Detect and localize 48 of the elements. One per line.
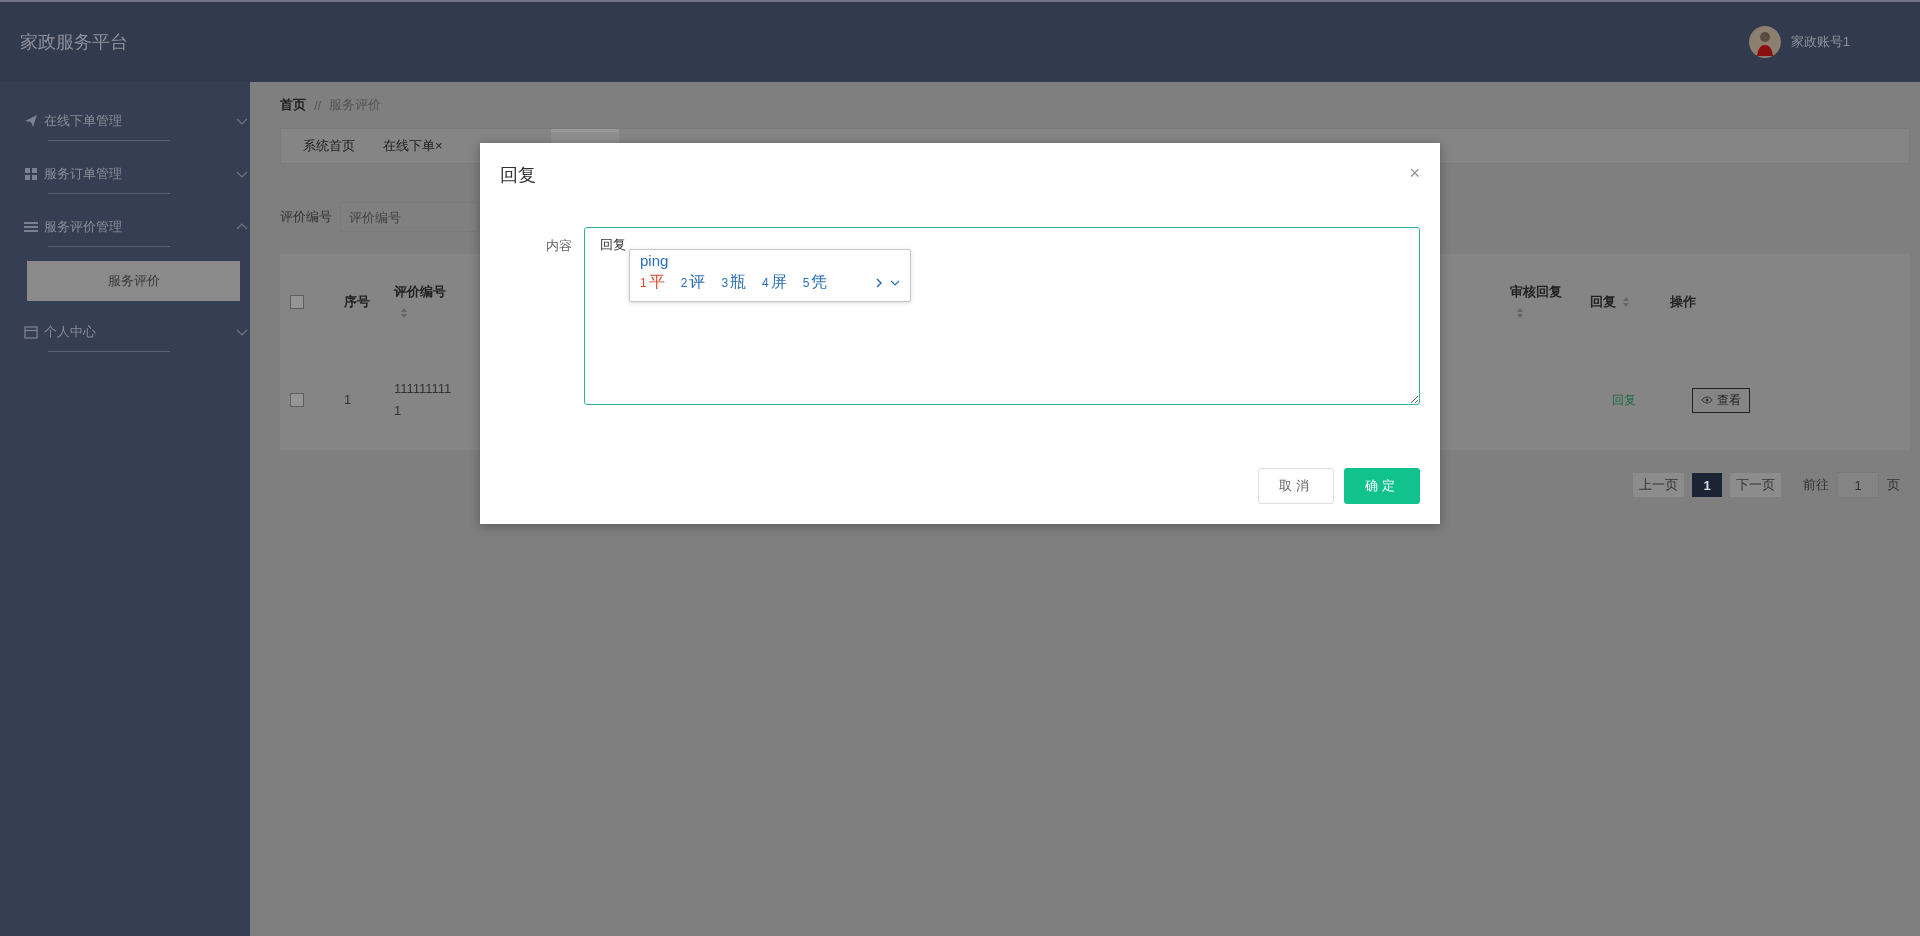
sidebar-subitem[interactable]: 服务评价 <box>27 261 240 301</box>
table-cell-text: 1111111111 <box>394 380 452 420</box>
sidebar-item[interactable]: 在线下单管理 <box>0 98 250 140</box>
list-icon <box>24 221 38 233</box>
ime-candidate[interactable]: 5凭 <box>802 272 828 293</box>
dialog-title: 回复 <box>500 164 536 187</box>
field-label: 内容 <box>545 237 572 255</box>
column-header: 审核回复 <box>1510 283 1563 301</box>
checkbox[interactable] <box>290 295 304 309</box>
chevron-right-icon[interactable] <box>874 277 884 288</box>
page-button[interactable]: 1 <box>1692 473 1722 497</box>
sort-icon[interactable] <box>400 307 408 319</box>
column-header: 回复 <box>1590 293 1616 311</box>
sort-icon[interactable] <box>1516 307 1524 319</box>
column-header: 评价编号 <box>394 283 447 301</box>
search-label: 评价编号 <box>280 208 332 226</box>
ime-candidate[interactable]: 1 平 <box>640 272 665 293</box>
breadcrumb-item[interactable]: 首页 <box>280 96 306 114</box>
user-name[interactable]: 家政账号1 <box>1790 33 1850 51</box>
close-button[interactable]: × <box>1409 163 1420 184</box>
search-field[interactable]: 评价编号 <box>340 202 478 232</box>
confirm-button[interactable]: 确定 <box>1344 468 1420 504</box>
sidebar-item[interactable]: 服务评价管理 <box>0 204 250 246</box>
column-header: 序号 <box>344 293 371 311</box>
ime-candidate[interactable]: 4 屏 <box>762 272 787 293</box>
avatar[interactable] <box>1748 26 1781 58</box>
goto-label: 前往 <box>1803 476 1829 494</box>
grid-icon <box>24 167 38 181</box>
sidebar-item[interactable]: 个人中心 <box>0 309 250 351</box>
page-input[interactable]: 1 <box>1837 472 1879 498</box>
table-cell-text: 1 <box>344 391 353 409</box>
column-header: 操作 <box>1670 293 1697 311</box>
app-title: 家政服务平台 <box>20 31 128 54</box>
page-suffix: 页 <box>1887 476 1900 494</box>
checkbox[interactable] <box>290 393 304 407</box>
send-icon <box>24 114 38 128</box>
tab[interactable]: 系统首页 <box>293 129 365 163</box>
breadcrumb-separator: // <box>314 97 322 113</box>
eye-icon <box>1701 396 1713 404</box>
cancel-button[interactable]: 取消 <box>1258 468 1334 504</box>
tab[interactable]: 在线下单× <box>373 129 453 163</box>
sort-icon[interactable] <box>1622 296 1630 308</box>
ime-candidate[interactable]: 3瓶 <box>721 272 747 293</box>
sidebar-item[interactable]: 服务订单管理 <box>0 151 250 193</box>
ime-text: ping <box>640 252 670 269</box>
ime-candidate[interactable]: 2评 <box>680 272 706 293</box>
card-icon <box>24 325 38 339</box>
view-button[interactable]: 查看 <box>1692 387 1750 413</box>
